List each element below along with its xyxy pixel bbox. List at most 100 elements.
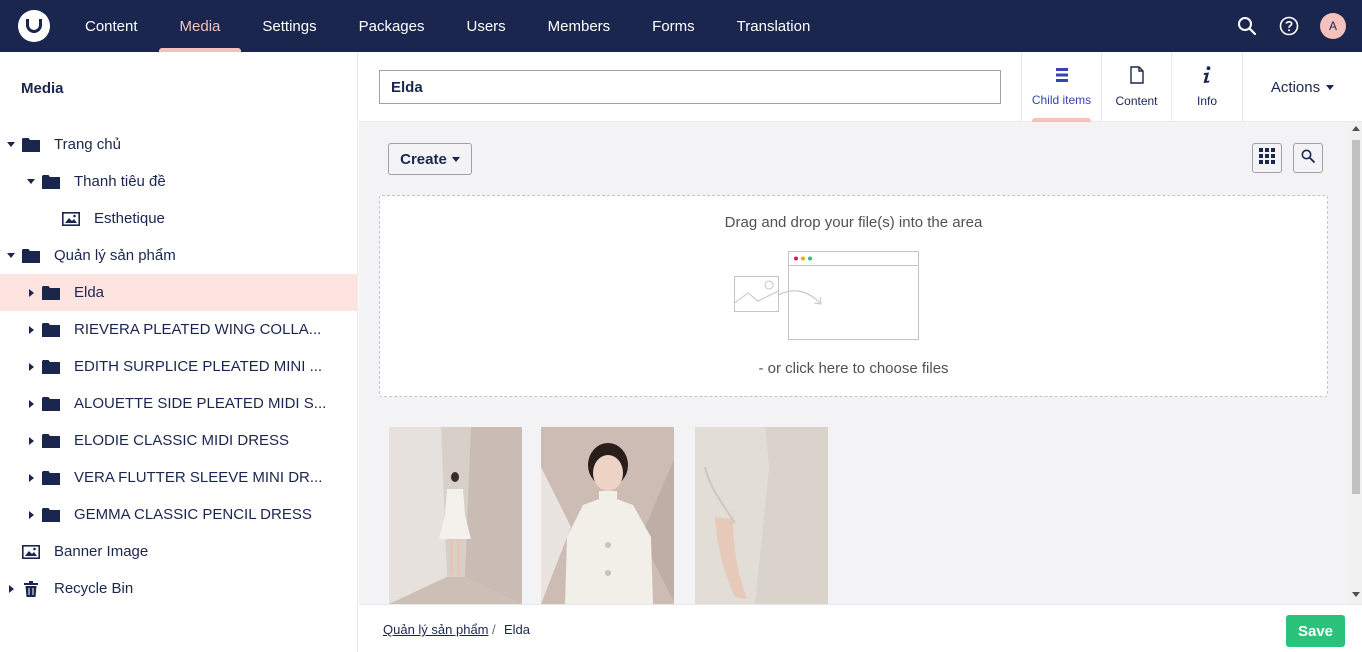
tree-item-quan-ly-san-pham[interactable]: Quản lý sản phẩm	[0, 237, 358, 274]
nav-media[interactable]: Media	[158, 0, 242, 52]
tree-item-label: Thanh tiêu đề	[74, 173, 166, 190]
tree-item-recycle-bin[interactable]: Recycle Bin	[0, 570, 358, 607]
tree-item-gemma[interactable]: GEMMA CLASSIC PENCIL DRESS	[0, 496, 358, 533]
media-item[interactable]	[541, 427, 674, 604]
media-tree-sidebar: Media Trang chủ Thanh tiêu đề Esthetique…	[0, 52, 358, 652]
actions-label: Actions	[1270, 78, 1321, 96]
trash-icon	[22, 580, 40, 597]
nav-users[interactable]: Users	[445, 0, 526, 52]
image-icon	[62, 211, 80, 227]
nav-forms[interactable]: Forms	[631, 0, 716, 52]
tree-item-label: RIEVERA PLEATED WING COLLA...	[74, 321, 322, 338]
tree-item-label: ALOUETTE SIDE PLEATED MIDI S...	[74, 395, 327, 412]
tree-item-label: Elda	[74, 284, 105, 301]
breadcrumb-separator: /	[492, 622, 496, 637]
nav-members[interactable]: Members	[527, 0, 632, 52]
grid-view-button[interactable]	[1252, 143, 1282, 173]
tree-item-label: Esthetique	[94, 210, 165, 227]
folder-icon	[42, 322, 60, 338]
info-icon	[1202, 66, 1212, 88]
chevron-down-icon	[451, 156, 460, 162]
create-button[interactable]: Create	[388, 143, 472, 175]
caret-right-icon[interactable]	[26, 325, 36, 335]
media-thumbnail-detail	[695, 427, 828, 604]
editor-footer: Quản lý sản phẩm / Elda Save	[359, 604, 1362, 652]
list-icon	[1055, 67, 1069, 87]
search-toggle-button[interactable]	[1293, 143, 1323, 173]
tree-item-trang-chu[interactable]: Trang chủ	[0, 126, 358, 163]
tree-item-thanh-tieu-de[interactable]: Thanh tiêu đề	[0, 163, 358, 200]
user-avatar[interactable]: A	[1320, 13, 1346, 39]
tab-child-items[interactable]: Child items	[1021, 52, 1101, 122]
nav-content[interactable]: Content	[64, 0, 159, 52]
section-nav: Content Media Settings Packages Users Me…	[64, 0, 831, 52]
tree-item-label: VERA FLUTTER SLEEVE MINI DR...	[74, 469, 323, 486]
caret-right-icon[interactable]	[26, 510, 36, 520]
help-icon[interactable]	[1278, 15, 1300, 37]
actions-dropdown[interactable]: Actions	[1242, 52, 1362, 122]
document-icon	[1129, 66, 1144, 88]
caret-right-icon[interactable]	[6, 584, 16, 594]
scroll-thumb[interactable]	[1352, 140, 1360, 494]
child-items-panel: Create Drag and drop your file(s) into t…	[359, 122, 1350, 604]
caret-right-icon[interactable]	[26, 288, 36, 298]
tree-item-edith[interactable]: EDITH SURPLICE PLEATED MINI ...	[0, 348, 358, 385]
search-icon[interactable]	[1236, 15, 1258, 37]
tree-item-elda[interactable]: Elda	[0, 274, 358, 311]
tree-item-label: Banner Image	[54, 543, 149, 560]
top-icons: A	[1236, 0, 1346, 52]
folder-icon	[42, 470, 60, 486]
umbraco-logo-icon[interactable]	[18, 10, 50, 42]
tree-item-label: Recycle Bin	[54, 580, 134, 597]
save-button[interactable]: Save	[1286, 615, 1345, 647]
media-tree: Trang chủ Thanh tiêu đề Esthetique Quản …	[0, 126, 358, 607]
tab-info[interactable]: Info	[1171, 52, 1242, 122]
nav-translation[interactable]: Translation	[716, 0, 832, 52]
folder-icon	[22, 248, 40, 264]
breadcrumb-parent-link[interactable]: Quản lý sản phẩm	[383, 622, 489, 637]
media-item[interactable]	[389, 427, 522, 604]
nav-settings[interactable]: Settings	[241, 0, 337, 52]
grid-icon	[1259, 148, 1275, 168]
nav-packages[interactable]: Packages	[338, 0, 446, 52]
tree-item-esthetique[interactable]: Esthetique	[0, 200, 358, 237]
dropzone-click-text: - or click here to choose files	[758, 360, 949, 377]
node-name-input[interactable]	[379, 70, 1001, 104]
tree-item-elodie[interactable]: ELODIE CLASSIC MIDI DRESS	[0, 422, 358, 459]
caret-right-icon[interactable]	[26, 362, 36, 372]
file-dropzone[interactable]: Drag and drop your file(s) into the area…	[379, 195, 1328, 397]
scroll-down-icon[interactable]	[1352, 592, 1360, 597]
editor-header: Child items Content Info Actions	[359, 52, 1362, 122]
caret-down-icon[interactable]	[6, 251, 16, 261]
tree-item-banner-image[interactable]: Banner Image	[0, 533, 358, 570]
media-thumbnail-full-length	[389, 427, 522, 604]
image-icon	[22, 544, 40, 560]
tree-item-label: ELODIE CLASSIC MIDI DRESS	[74, 432, 290, 449]
tree-item-label: Quản lý sản phẩm	[54, 247, 176, 264]
tab-label: Child items	[1031, 93, 1092, 107]
tree-item-vera[interactable]: VERA FLUTTER SLEEVE MINI DR...	[0, 459, 358, 496]
tab-label: Content	[1115, 94, 1158, 108]
folder-icon	[42, 285, 60, 301]
breadcrumb-current: Elda	[504, 622, 531, 637]
caret-right-icon[interactable]	[26, 473, 36, 483]
folder-icon	[42, 507, 60, 523]
caret-right-icon[interactable]	[26, 399, 36, 409]
content-scrollbar[interactable]	[1350, 122, 1362, 604]
folder-icon	[42, 174, 60, 190]
scroll-up-icon[interactable]	[1352, 126, 1360, 131]
tab-label: Info	[1196, 94, 1217, 108]
media-thumbnail-portrait	[541, 427, 674, 604]
tab-content[interactable]: Content	[1101, 52, 1171, 122]
caret-down-icon[interactable]	[26, 177, 36, 187]
tree-item-rievera[interactable]: RIEVERA PLEATED WING COLLA...	[0, 311, 358, 348]
sidebar-title: Media	[21, 80, 64, 97]
search-icon	[1301, 149, 1315, 167]
dropzone-drag-text: Drag and drop your file(s) into the area	[724, 214, 983, 231]
media-item[interactable]	[695, 427, 828, 604]
tree-item-alouette[interactable]: ALOUETTE SIDE PLEATED MIDI S...	[0, 385, 358, 422]
caret-right-icon[interactable]	[26, 436, 36, 446]
caret-down-icon[interactable]	[6, 140, 16, 150]
folder-icon	[42, 359, 60, 375]
tree-item-label: Trang chủ	[54, 136, 121, 153]
